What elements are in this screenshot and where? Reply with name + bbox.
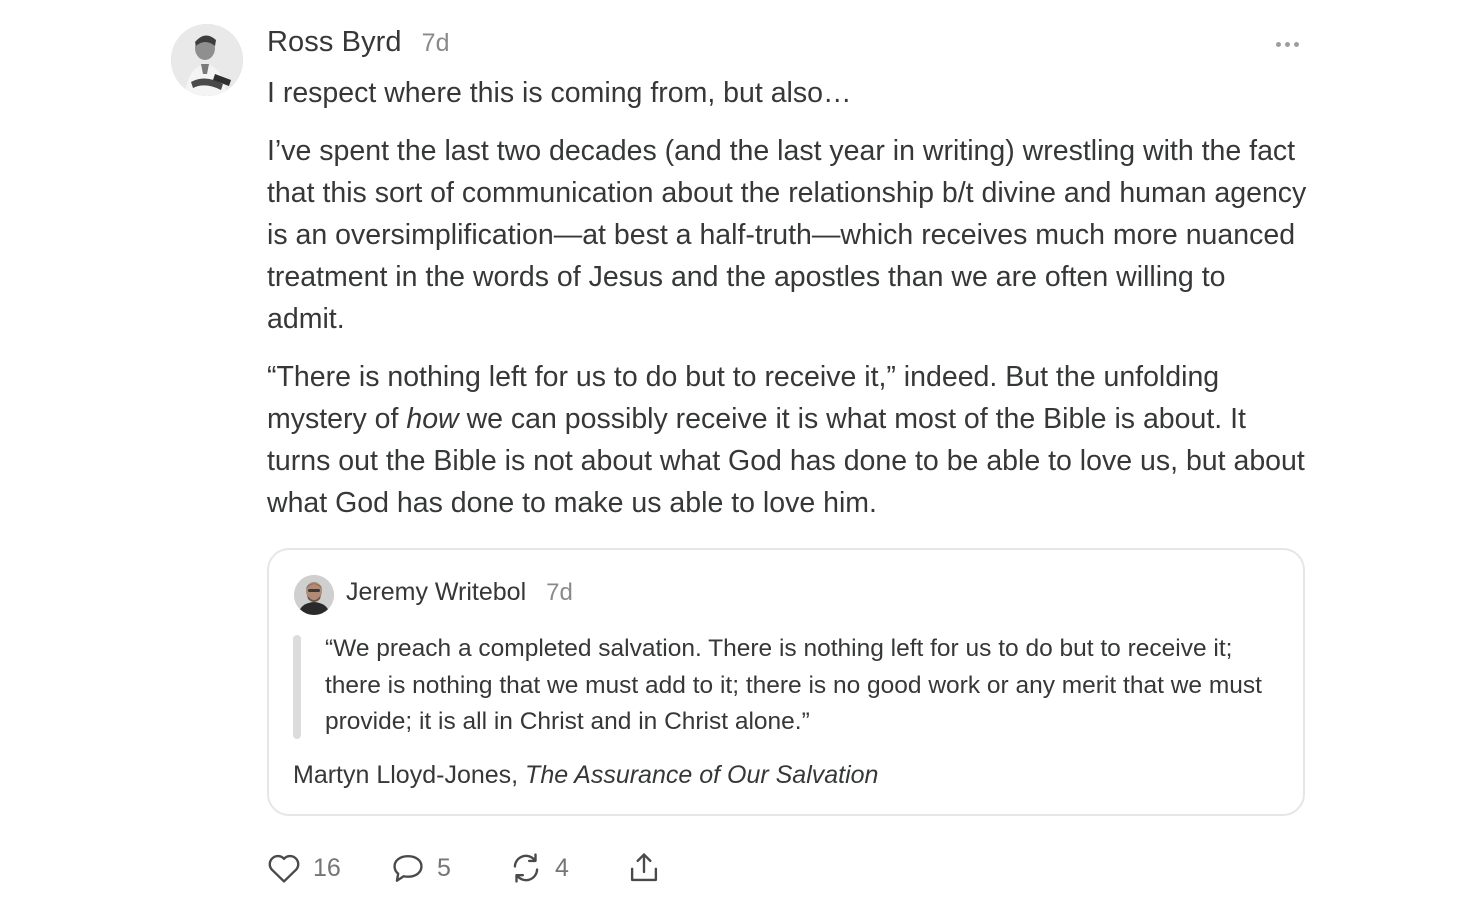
comment-button[interactable]: 5 <box>389 845 451 891</box>
quoted-note-header: Jeremy Writebol 7d <box>346 578 573 607</box>
more-horizontal-icon-dot <box>1293 41 1299 47</box>
author-name[interactable]: Ross Byrd <box>267 26 402 59</box>
quoted-timestamp[interactable]: 7d <box>546 579 573 607</box>
restack-count: 4 <box>555 853 569 882</box>
heart-icon <box>268 854 300 883</box>
quoted-author-avatar[interactable] <box>294 575 334 615</box>
restack-button[interactable]: 4 <box>507 845 569 891</box>
quoted-text: “We preach a completed salvation. There … <box>325 635 1262 735</box>
note-paragraph: “There is nothing left for us to do but … <box>267 356 1307 524</box>
note-paragraph: I respect where this is coming from, but… <box>267 77 852 109</box>
share-icon <box>630 853 658 882</box>
more-options-button[interactable] <box>1268 30 1306 58</box>
note-paragraph: I’ve spent the last two decades (and the… <box>267 135 1307 335</box>
like-button[interactable]: 16 <box>265 845 341 891</box>
blockquote-bar <box>293 635 301 739</box>
user-avatar-photo-icon <box>171 24 243 96</box>
more-horizontal-icon <box>1275 41 1281 47</box>
comment-icon <box>393 854 423 882</box>
attribution-author: Martyn Lloyd-Jones, <box>293 761 526 789</box>
comment-count: 5 <box>437 853 451 882</box>
like-count: 16 <box>313 853 341 882</box>
note-body: I respect where this is coming from, but… <box>267 72 1307 540</box>
timestamp[interactable]: 7d <box>422 29 450 58</box>
user-avatar-photo-icon <box>294 575 334 615</box>
note-header: Ross Byrd 7d <box>267 26 449 66</box>
share-button[interactable] <box>625 845 663 891</box>
attribution-title: The Assurance of Our Salvation <box>525 761 879 789</box>
quote-attribution: Martyn Lloyd-Jones, The Assurance of Our… <box>293 757 878 793</box>
emphasis-text: how <box>406 403 459 435</box>
more-horizontal-icon-dot <box>1284 41 1290 47</box>
restack-icon <box>513 853 539 883</box>
quoted-note-card[interactable]: Jeremy Writebol 7d “We preach a complete… <box>267 548 1305 816</box>
author-avatar[interactable] <box>171 24 243 96</box>
note-card: Ross Byrd 7d I respect where this is com… <box>0 0 1476 910</box>
quoted-author-name[interactable]: Jeremy Writebol <box>346 578 526 607</box>
